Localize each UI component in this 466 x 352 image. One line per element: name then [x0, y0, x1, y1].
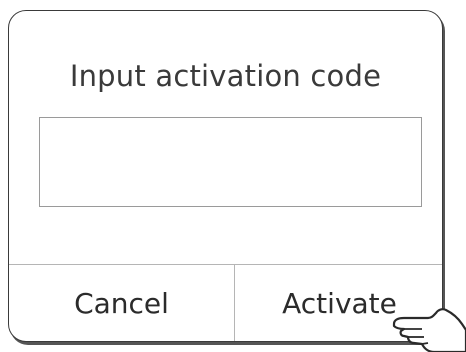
activation-dialog: Input activation code Cancel Activate	[8, 10, 443, 342]
activation-code-input[interactable]	[39, 117, 422, 207]
cancel-button[interactable]: Cancel	[9, 265, 235, 341]
dialog-button-row: Cancel Activate	[9, 264, 442, 341]
pointing-hand-icon	[392, 308, 466, 352]
dialog-title: Input activation code	[69, 59, 382, 93]
